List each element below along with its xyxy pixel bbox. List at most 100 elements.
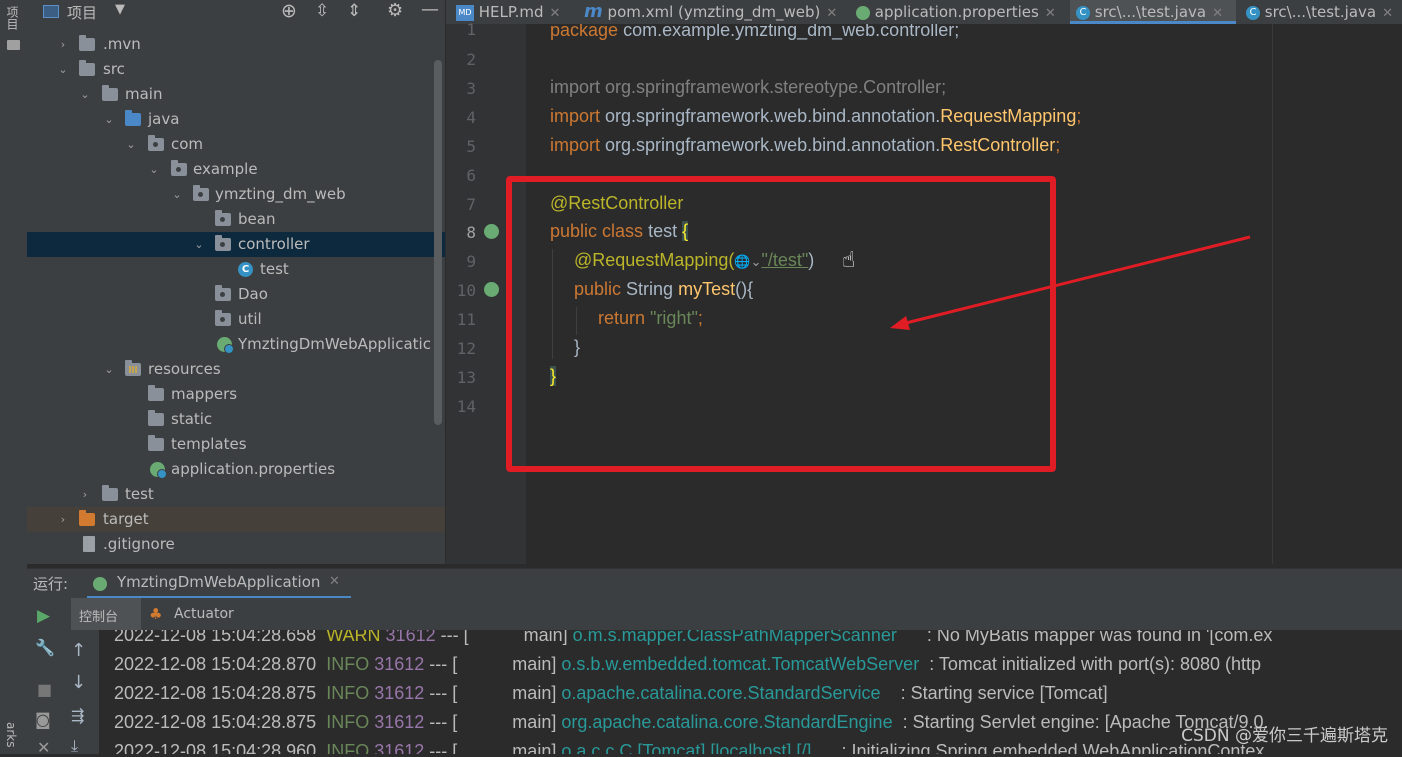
chevron-down-icon[interactable]: ▼ <box>115 2 125 17</box>
line-number: 11 <box>456 310 476 329</box>
tree-item-templates[interactable]: templates <box>27 432 445 457</box>
tab-application-properties[interactable]: application.properties ✕ <box>856 0 1071 24</box>
tab-run-config[interactable]: YmztingDmWebApplication ✕ <box>87 569 351 599</box>
log-logger: o.apache.catalina.core.StandardService <box>561 683 881 703</box>
gitignore-file-icon <box>83 536 95 552</box>
annotation-arrow <box>890 235 1251 330</box>
tree-item-label: util <box>238 310 262 328</box>
tree-item-label: main <box>125 85 163 103</box>
chevron-down-icon[interactable]: ⌄ <box>103 357 115 382</box>
expand-all-icon[interactable]: ⇳ <box>315 1 329 21</box>
tree-item-dao[interactable]: Dao <box>27 282 445 307</box>
tree-item-controller[interactable]: ⌄ controller <box>27 232 445 257</box>
folder-icon <box>102 85 118 101</box>
collapse-all-icon[interactable]: ⇕ <box>347 1 361 21</box>
close-icon[interactable]: ✕ <box>826 6 837 21</box>
chevron-down-icon[interactable]: ⌄ <box>125 132 137 157</box>
tree-item-main[interactable]: ⌄ main <box>27 82 445 107</box>
tree-item-label: target <box>103 510 149 528</box>
stop-icon[interactable]: ■ <box>37 680 52 699</box>
soft-wrap-icon[interactable]: ⇶ <box>71 706 84 725</box>
java-class-icon: C <box>1076 5 1090 20</box>
chevron-down-icon[interactable]: ⌄ <box>57 57 69 82</box>
resources-folder-icon <box>125 360 141 376</box>
log-timestamp: 2022-12-08 15:04:28.875 <box>114 712 317 732</box>
wrench-icon[interactable]: 🔧 <box>35 638 55 657</box>
log-pid: 31612 <box>374 683 425 703</box>
chevron-right-icon[interactable]: › <box>57 507 69 532</box>
chevron-down-icon[interactable]: ⌄ <box>193 232 205 257</box>
chevron-down-icon[interactable]: ⌄ <box>79 82 91 107</box>
tree-item-label: bean <box>238 210 276 228</box>
close-run-icon[interactable]: ✕ <box>37 738 50 757</box>
arrow-down-icon[interactable]: ↓ <box>71 672 86 693</box>
locate-icon[interactable]: ⊕ <box>281 0 297 22</box>
tree-item-test-folder[interactable]: › test <box>27 482 445 507</box>
tab-label: src\...\test.java <box>1264 3 1377 21</box>
arrow-up-icon[interactable]: ↑ <box>71 640 86 661</box>
tree-item-util[interactable]: util <box>27 307 445 332</box>
tab-test-java[interactable]: C src\...\test.java ✕ <box>1246 0 1402 24</box>
chevron-down-icon[interactable]: ⌄ <box>148 157 160 182</box>
folder-icon[interactable] <box>7 40 20 50</box>
tree-item-application-properties[interactable]: application.properties <box>27 457 445 482</box>
tree-item-mvn[interactable]: › .mvn <box>27 32 445 57</box>
close-icon[interactable]: ✕ <box>329 574 340 589</box>
tree-item-bean[interactable]: bean <box>27 207 445 232</box>
semicolon: ; <box>1076 106 1082 126</box>
editor-tab-bar: MD HELP.md ✕ m pom.xml (ymzting_dm_web) ✕ … <box>446 0 1402 25</box>
tab-pom-xml[interactable]: m pom.xml (ymzting_dm_web) ✕ <box>584 0 846 24</box>
log-separator: --- <box>429 683 448 703</box>
chevron-down-icon[interactable]: ⌄ <box>103 107 115 132</box>
tree-item-label: src <box>103 60 125 78</box>
folder-icon <box>102 485 118 501</box>
tab-test-java-active[interactable]: C src\...\test.java ✕ <box>1070 0 1236 24</box>
scroll-to-end-icon[interactable]: ⤓ <box>71 736 78 756</box>
tree-item-example[interactable]: ⌄ example <box>27 157 445 182</box>
close-icon[interactable]: ✕ <box>1382 6 1393 21</box>
chevron-right-icon[interactable]: › <box>57 32 69 57</box>
log-timestamp: 2022-12-08 15:04:28.875 <box>114 683 317 703</box>
left-tool-strip: 项目 arks <box>0 0 28 754</box>
excluded-folder-icon <box>79 510 95 526</box>
folder-icon <box>148 410 164 426</box>
code-line-5: import org.springframework.web.bind.anno… <box>550 135 1060 156</box>
tree-item-gitignore[interactable]: .gitignore <box>27 532 445 557</box>
tree-item-mappers[interactable]: mappers <box>27 382 445 407</box>
close-icon[interactable]: ✕ <box>1045 6 1056 21</box>
spring-bean-gutter-icon[interactable] <box>484 282 499 297</box>
log-line: 2022-12-08 15:04:28.870 INFO 31612 --- [… <box>114 654 1261 675</box>
folder-icon <box>79 35 95 51</box>
camera-icon[interactable]: ◙ <box>35 710 51 729</box>
hide-panel-icon[interactable]: — <box>421 0 439 20</box>
log-logger[interactable]: o.a.c.c.C.[Tomcat].[localhost].[/] <box>561 741 811 754</box>
chevron-right-icon[interactable]: › <box>79 482 91 507</box>
tab-actuator[interactable]: Actuator <box>174 606 234 622</box>
close-icon[interactable]: ✕ <box>550 6 561 21</box>
close-icon[interactable]: ✕ <box>1212 6 1223 21</box>
tree-item-application-class[interactable]: YmztingDmWebApplicatic <box>27 332 445 357</box>
tree-item-target[interactable]: › target <box>27 507 445 532</box>
project-tree-scrollbar[interactable] <box>434 60 442 425</box>
bookmarks-tool-label[interactable]: arks <box>4 722 18 748</box>
line-number: 1 <box>466 20 476 39</box>
tree-item-com[interactable]: ⌄ com <box>27 132 445 157</box>
gear-icon[interactable]: ⚙ <box>387 0 403 21</box>
chevron-down-icon[interactable]: ⌄ <box>171 182 183 207</box>
tree-item-src[interactable]: ⌄ src <box>27 57 445 82</box>
rerun-icon[interactable]: ▶ <box>37 606 50 626</box>
tree-item-ymzting-dm-web[interactable]: ⌄ ymzting_dm_web <box>27 182 445 207</box>
tab-console[interactable]: 控制台 <box>71 598 141 630</box>
log-line: 2022-12-08 15:04:28.658 WARN 31612 --- [… <box>114 630 1272 646</box>
spring-bean-gutter-icon[interactable] <box>484 224 499 239</box>
log-separator: --- <box>429 741 448 754</box>
tree-item-static[interactable]: static <box>27 407 445 432</box>
project-panel-title[interactable]: 项目 <box>67 2 97 23</box>
tree-item-label: .gitignore <box>103 535 175 553</box>
tree-item-resources[interactable]: ⌄ resources <box>27 357 445 382</box>
watermark: CSDN @爱你三千遍斯塔克 <box>1181 726 1388 746</box>
tree-item-java[interactable]: ⌄ java <box>27 107 445 132</box>
project-tool-label[interactable]: 项目 <box>4 6 21 30</box>
tree-item-test-class[interactable]: C test <box>27 257 445 282</box>
tree-item-label: com <box>171 135 204 153</box>
